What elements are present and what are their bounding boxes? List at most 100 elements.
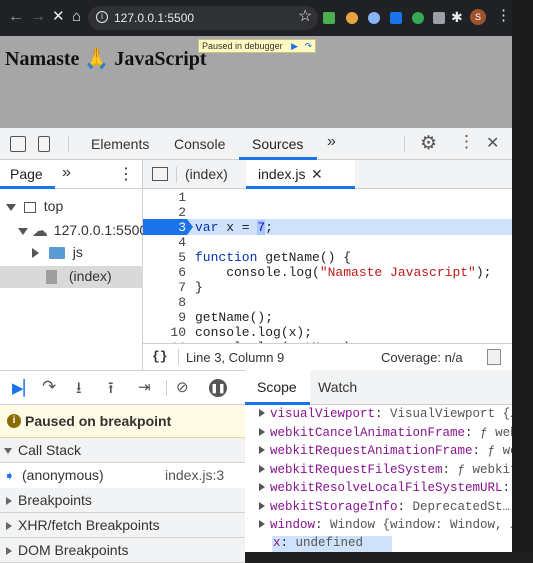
expand-arrow-icon[interactable] xyxy=(259,464,265,473)
stop-icon[interactable]: ✕ xyxy=(52,9,65,25)
scope-row[interactable]: visualViewport: VisualViewport {… xyxy=(259,407,512,421)
deactivate-breakpoints-icon[interactable]: ⊘ xyxy=(176,378,189,396)
scope-row[interactable]: webkitRequestAnimationFrame: ƒ we… xyxy=(259,444,512,458)
line-number[interactable]: 1 xyxy=(143,190,186,205)
tab-elements[interactable]: Elements xyxy=(91,136,149,152)
line-number[interactable]: 3 xyxy=(143,220,186,235)
resume-icon[interactable]: ▶ xyxy=(291,41,298,51)
tab-console[interactable]: Console xyxy=(174,136,225,152)
close-tab-icon[interactable]: ✕ xyxy=(311,166,323,183)
tab-sources[interactable]: Sources xyxy=(252,136,303,152)
paused-debugger-text: Paused in debugger xyxy=(202,41,283,51)
menu-kebab-icon[interactable]: ⋮ xyxy=(496,8,511,24)
expand-arrow-icon[interactable] xyxy=(18,227,28,235)
scope-row[interactable]: webkitResolveLocalFileSystemURL: xyxy=(259,481,510,495)
avatar[interactable]: S xyxy=(470,9,486,25)
navigator-kebab-icon[interactable]: ⋮ xyxy=(118,164,134,184)
expand-arrow-icon[interactable] xyxy=(259,501,265,510)
scope-row[interactable]: webkitStorageInfo: DeprecatedSt… xyxy=(259,500,510,514)
scope-key: webkitCancelAnimationFrame xyxy=(270,425,466,440)
bookmark-star-icon[interactable]: ☆ xyxy=(298,9,312,25)
code-line[interactable]: function getName() { xyxy=(195,250,351,265)
frame-location[interactable]: index.js:3 xyxy=(165,467,224,483)
collapse-arrow-icon[interactable] xyxy=(6,547,12,555)
pretty-print-icon[interactable]: {} xyxy=(152,349,168,364)
tree-item-index[interactable]: (index) xyxy=(46,268,112,285)
expand-arrow-icon[interactable] xyxy=(4,448,12,454)
tab-page[interactable]: Page xyxy=(10,166,43,182)
code-line[interactable]: console.log("Namaste Javascript"); xyxy=(195,265,491,280)
scope-value: VisualViewport {… xyxy=(390,407,512,421)
tab-watch[interactable]: Watch xyxy=(318,379,357,395)
scope-row-x[interactable]: x: undefined xyxy=(273,536,363,550)
call-stack-header[interactable]: Call Stack xyxy=(0,438,245,463)
scope-value: Window {window: Window, … xyxy=(330,518,512,532)
dom-breakpoints-header[interactable]: DOM Breakpoints xyxy=(0,538,245,563)
close-devtools-icon[interactable]: ✕ xyxy=(486,133,499,153)
step-over-icon[interactable]: ↷ xyxy=(305,41,313,51)
code-line[interactable]: } xyxy=(195,280,203,295)
editor-tab-indexjs[interactable]: index.js xyxy=(258,166,305,182)
expand-arrow-icon[interactable] xyxy=(259,520,265,528)
expand-arrow-icon[interactable] xyxy=(259,483,265,491)
editor-tab-index[interactable]: (index) xyxy=(185,166,228,182)
line-number[interactable]: 4 xyxy=(143,235,186,250)
tree-item-js-folder[interactable]: js xyxy=(32,244,83,260)
resume-icon[interactable]: ▶▏ xyxy=(12,379,35,397)
step-icon[interactable]: ⇥ xyxy=(138,378,151,396)
extension-icon[interactable] xyxy=(390,12,402,24)
device-toolbar-icon[interactable] xyxy=(38,136,50,152)
tab-scope[interactable]: Scope xyxy=(257,379,297,395)
line-number[interactable]: 10 xyxy=(143,325,186,340)
section-label: XHR/fetch Breakpoints xyxy=(18,517,160,533)
collapse-arrow-icon[interactable] xyxy=(32,248,39,259)
coverage-toggle-icon[interactable] xyxy=(487,349,501,365)
step-out-icon[interactable]: ⭱ xyxy=(108,377,114,404)
url-text[interactable]: 127.0.0.1:5500 xyxy=(114,11,194,25)
extension-icon[interactable] xyxy=(346,12,358,24)
code-line[interactable]: var x = 7; xyxy=(195,220,273,235)
line-number[interactable]: 5 xyxy=(143,250,186,265)
home-icon[interactable]: ⌂ xyxy=(72,9,81,25)
tree-item-top[interactable]: top xyxy=(6,198,63,214)
scope-row[interactable]: webkitRequestFileSystem: ƒ webkit… xyxy=(259,463,512,477)
line-number[interactable]: 9 xyxy=(143,310,186,325)
line-number[interactable]: 8 xyxy=(143,295,186,310)
inspect-element-icon[interactable] xyxy=(10,136,26,152)
extension-icon[interactable] xyxy=(368,12,380,24)
more-options-kebab-icon[interactable]: ⋮ xyxy=(458,132,475,152)
line-number[interactable]: 6 xyxy=(143,265,186,280)
grammarly-icon[interactable] xyxy=(412,12,424,24)
expand-arrow-icon[interactable] xyxy=(259,427,265,436)
step-over-icon[interactable]: ↷ xyxy=(42,377,56,397)
expand-arrow-icon[interactable] xyxy=(259,446,265,454)
code-line[interactable]: getName(); xyxy=(195,310,273,325)
collapse-arrow-icon[interactable] xyxy=(6,522,12,530)
code-editor[interactable]: 1 2 3 var x = 7; 4 5 function getName() { 6 con… xyxy=(143,189,512,343)
tree-item-origin[interactable]: ☁ 127.0.0.1:5500 xyxy=(18,221,143,241)
scope-row[interactable]: window: Window {window: Window, … xyxy=(259,518,512,532)
xhr-breakpoints-header[interactable]: XHR/fetch Breakpoints xyxy=(0,513,245,538)
info-icon[interactable]: i xyxy=(96,11,108,23)
extension-icon[interactable] xyxy=(323,12,335,24)
collapse-arrow-icon[interactable] xyxy=(6,497,12,505)
more-tabs-icon[interactable]: » xyxy=(327,133,336,151)
pause-on-exceptions-icon[interactable]: ❚❚ xyxy=(209,379,227,397)
puzzle-icon[interactable]: ✱ xyxy=(451,9,463,25)
more-navigator-icon[interactable]: » xyxy=(62,164,71,182)
step-into-icon[interactable]: ⭳ xyxy=(76,377,82,404)
code-line[interactable]: console.log(x); xyxy=(195,325,312,340)
address-bar[interactable]: i 127.0.0.1:5500 xyxy=(88,6,318,30)
forward-icon[interactable]: → xyxy=(30,9,46,25)
settings-gear-icon[interactable]: ⚙ xyxy=(420,132,437,155)
back-icon[interactable]: ← xyxy=(8,9,24,25)
extension-icon[interactable] xyxy=(433,12,445,24)
expand-arrow-icon[interactable] xyxy=(6,203,16,211)
scope-row[interactable]: webkitCancelAnimationFrame: ƒ webk… xyxy=(259,426,512,440)
line-number[interactable]: 7 xyxy=(143,280,186,295)
call-stack-frame[interactable]: ➧ (anonymous) index.js:3 xyxy=(0,463,245,488)
expand-arrow-icon[interactable] xyxy=(259,409,265,417)
toggle-navigator-icon[interactable] xyxy=(152,167,168,181)
line-number[interactable]: 2 xyxy=(143,205,186,220)
breakpoints-header[interactable]: Breakpoints xyxy=(0,488,245,513)
